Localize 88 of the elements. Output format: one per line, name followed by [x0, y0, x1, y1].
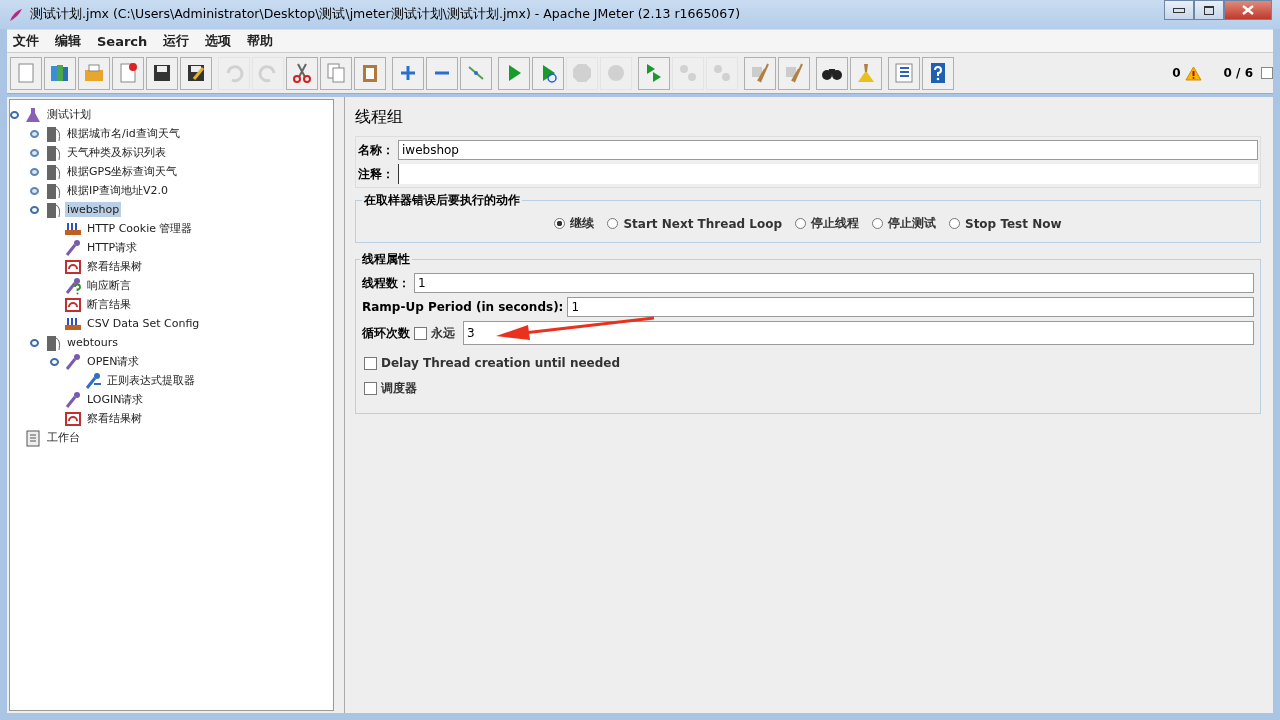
- menu-item[interactable]: 帮助: [247, 32, 274, 50]
- tree-handle-icon[interactable]: [30, 186, 39, 195]
- gauge-icon: [64, 295, 82, 314]
- clipboard-icon: [24, 428, 42, 447]
- group-title: 在取样器错误后要执行的动作: [363, 192, 521, 209]
- tree-handle-icon[interactable]: [30, 129, 39, 138]
- field-label: 循环次数: [362, 324, 410, 342]
- tree-item[interactable]: HTTP请求: [85, 239, 140, 256]
- tree-handle-icon[interactable]: [50, 357, 59, 366]
- pipette-icon: [64, 276, 82, 295]
- tree-item[interactable]: webtours: [65, 335, 120, 350]
- tree-item[interactable]: 根据城市名/id查询天气: [65, 125, 182, 142]
- tree-item[interactable]: 根据GPS坐标查询天气: [65, 163, 180, 180]
- spool-icon: [44, 162, 62, 181]
- group-title: 线程属性: [361, 251, 411, 268]
- spool-icon: [44, 200, 62, 219]
- radio-option[interactable]: Stop Test Now: [949, 215, 1062, 232]
- collapse-icon: [434, 71, 450, 75]
- spool-icon: [44, 181, 62, 200]
- close-icon: [1242, 5, 1254, 15]
- tree-item[interactable]: 察看结果树: [85, 410, 144, 427]
- radio-option[interactable]: Start Next Thread Loop: [607, 215, 782, 232]
- ramp-up-field[interactable]: 1: [567, 297, 1254, 317]
- status-indicator: [1261, 67, 1273, 79]
- tree-item[interactable]: 根据IP查询地址V2.0: [65, 182, 170, 199]
- spool-icon: [44, 124, 62, 143]
- thread-count: 0 / 6: [1223, 66, 1253, 80]
- tree-item[interactable]: 响应断言: [85, 277, 133, 294]
- name-field[interactable]: iwebshop: [398, 140, 1258, 160]
- toolbar-button[interactable]: [816, 56, 848, 90]
- tree-item[interactable]: HTTP Cookie 管理器: [85, 220, 195, 237]
- toolbar-button[interactable]: [922, 56, 954, 90]
- pipette-icon: [64, 352, 82, 371]
- delay-checkbox[interactable]: Delay Thread creation until needed: [364, 356, 1256, 370]
- threads-field[interactable]: 1: [414, 273, 1254, 293]
- field-label: 名称：: [358, 141, 394, 159]
- tree-item[interactable]: 正则表达式提取器: [105, 372, 197, 389]
- tree-item[interactable]: 测试计划: [45, 106, 93, 123]
- field-label: Ramp-Up Period (in seconds):: [362, 300, 564, 314]
- comment-field[interactable]: [398, 164, 1258, 184]
- pipette-icon: [84, 371, 102, 390]
- menu-item[interactable]: Search: [97, 33, 148, 49]
- maximize-button[interactable]: [1194, 0, 1224, 20]
- tree-handle-icon[interactable]: [30, 205, 39, 214]
- field-label: 注释：: [358, 165, 394, 183]
- tree-handle-icon[interactable]: [30, 167, 39, 176]
- tree-item[interactable]: LOGIN请求: [85, 391, 146, 408]
- window-title: 测试计划.jmx (C:\Users\Administrator\Desktop\测试\jmeter测试计划\测试计划.jmx) - Apache JMeter (2.13 r1665067): [30, 6, 741, 23]
- copy-icon: [324, 61, 348, 85]
- menu-item[interactable]: 选项: [205, 32, 232, 50]
- function-helper-icon: [892, 61, 916, 85]
- tree-item[interactable]: 天气种类及标识列表: [65, 144, 168, 161]
- minimize-button[interactable]: [1164, 0, 1194, 20]
- cut-icon: [290, 61, 314, 85]
- pipette-icon: [64, 238, 82, 257]
- toolbar-button[interactable]: [180, 56, 212, 90]
- forever-checkbox[interactable]: 永远: [414, 324, 455, 342]
- menu-item[interactable]: 文件: [13, 32, 39, 50]
- tree-handle-icon[interactable]: [30, 338, 39, 347]
- tree-item[interactable]: 工作台: [45, 429, 82, 446]
- scheduler-checkbox[interactable]: 调度器: [364, 380, 1256, 397]
- gauge-icon: [64, 257, 82, 276]
- warning-count: 0: [1172, 66, 1181, 80]
- warning-icon: [1184, 65, 1202, 81]
- spool-icon: [44, 143, 62, 162]
- tree-item[interactable]: OPEN请求: [85, 353, 142, 370]
- close-button[interactable]: [1224, 0, 1272, 20]
- gauge-icon: [64, 409, 82, 428]
- toolbar-button[interactable]: [146, 56, 178, 90]
- flask-icon: [24, 105, 42, 124]
- radio-option[interactable]: 停止测试: [872, 215, 936, 232]
- tree-item[interactable]: iwebshop: [65, 202, 122, 217]
- panel-title: 线程组: [355, 107, 404, 128]
- radio-option[interactable]: 继续: [554, 215, 595, 232]
- tree-item[interactable]: 断言结果: [85, 296, 133, 313]
- menu-item[interactable]: 运行: [163, 32, 190, 50]
- tree-item[interactable]: 察看结果树: [85, 258, 144, 275]
- pipette-icon: [64, 390, 82, 409]
- menu-item[interactable]: 编辑: [55, 32, 81, 50]
- field-label: 线程数：: [362, 274, 410, 292]
- loop-count-field[interactable]: 3: [463, 321, 1254, 345]
- tree-item[interactable]: CSV Data Set Config: [85, 316, 202, 331]
- feather-icon: [8, 6, 24, 23]
- stop-icon: [570, 61, 594, 85]
- spool-icon: [44, 333, 62, 352]
- tree-handle-icon[interactable]: [10, 110, 19, 119]
- radio-option[interactable]: 停止线程: [795, 215, 859, 232]
- tree-handle-icon[interactable]: [30, 148, 39, 157]
